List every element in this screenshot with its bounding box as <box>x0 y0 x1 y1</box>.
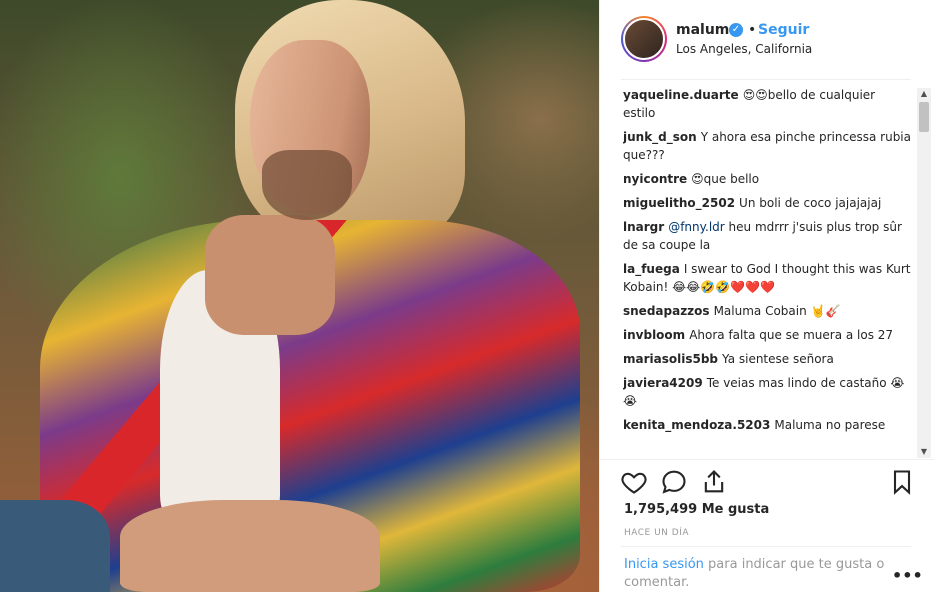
actions-divider <box>600 459 934 460</box>
comment-item: mariasolis5bb Ya sientese señora <box>623 350 911 368</box>
comment-item: lnargr @fnny.ldr heu mdrrr j'suis plus tr… <box>623 218 911 254</box>
header-separator: • <box>748 22 757 38</box>
comment-text: Un boli de coco jajajajaj <box>739 196 882 210</box>
scrollbar-thumb[interactable] <box>919 102 929 132</box>
login-link[interactable]: Inicia sesión <box>624 557 704 572</box>
comment-icon[interactable] <box>660 468 688 496</box>
comment-text: heu mdrrr j'suis plus trop sûr de sa cou… <box>623 220 902 252</box>
share-icon[interactable] <box>700 468 728 496</box>
comments-scrollbar[interactable]: ▲ ▼ <box>917 88 931 458</box>
post-actions <box>620 468 920 496</box>
comment-item: invbloom Ahora falta que se muera a los 2… <box>623 326 911 344</box>
comment-item: junk_d_son Y ahora esa pinche princessa r… <box>623 128 911 164</box>
comment-username[interactable]: javiera4209 <box>623 376 703 390</box>
comment-username[interactable]: nyicontre <box>623 172 687 186</box>
post-header: maluma ✓ • Seguir Los Angeles, Californi… <box>600 0 934 80</box>
comment-item: snedapazzos Maluma Cobain 🤘🎸 <box>623 302 911 320</box>
location-link[interactable]: Los Angeles, California <box>676 42 812 56</box>
comment-item: la_fuega I swear to God I thought this wa… <box>623 260 911 296</box>
comment-username[interactable]: lnargr <box>623 220 664 234</box>
post-panel: maluma ✓ • Seguir Los Angeles, Californi… <box>599 0 934 592</box>
comment-text: Maluma Cobain 🤘🎸 <box>713 304 841 318</box>
comment-username[interactable]: kenita_mendoza.5203 <box>623 418 770 432</box>
comment-text: Maluma no parese <box>774 418 886 432</box>
comment-username[interactable]: la_fuega <box>623 262 680 276</box>
comment-item: javiera4209 Te veias mas lindo de castaño… <box>623 374 911 410</box>
photo-neck <box>205 215 335 335</box>
header-divider <box>621 79 911 80</box>
comment-item: nyicontre 😍que bello <box>623 170 911 188</box>
post-timestamp[interactable]: HACE UN DÍA <box>624 528 689 538</box>
comments-list: yaqueline.duarte 😍😍bello de cualquier est… <box>623 86 911 456</box>
comment-text: 😍que bello <box>691 172 760 186</box>
comment-username[interactable]: miguelitho_2502 <box>623 196 735 210</box>
comment-mention[interactable]: @fnny.ldr <box>668 220 725 234</box>
photo-hands <box>120 500 380 592</box>
likes-count[interactable]: 1,795,499 Me gusta <box>624 502 769 517</box>
login-prompt: Inicia sesión para indicar que te gusta … <box>624 556 894 592</box>
heart-icon[interactable] <box>620 468 648 496</box>
comment-username[interactable]: snedapazzos <box>623 304 710 318</box>
verified-badge-icon: ✓ <box>729 23 743 37</box>
bookmark-icon[interactable] <box>888 468 916 496</box>
photo-beard <box>262 150 352 220</box>
more-options-icon[interactable]: ••• <box>892 566 923 585</box>
scroll-up-arrow-icon[interactable]: ▲ <box>917 88 931 100</box>
follow-button[interactable]: Seguir <box>758 22 809 38</box>
comment-item: miguelitho_2502 Un boli de coco jajajajaj <box>623 194 911 212</box>
photo-jeans <box>0 500 110 592</box>
comment-text: Ahora falta que se muera a los 27 <box>689 328 894 342</box>
comment-username[interactable]: mariasolis5bb <box>623 352 718 366</box>
comment-username[interactable]: yaqueline.duarte <box>623 88 739 102</box>
comment-text: Ya sientese señora <box>722 352 834 366</box>
post-photo[interactable] <box>0 0 599 592</box>
comment-item: kenita_mendoza.5203 Maluma no parese <box>623 416 911 434</box>
scroll-down-arrow-icon[interactable]: ▼ <box>917 446 931 458</box>
comment-username[interactable]: junk_d_son <box>623 130 697 144</box>
comment-item: yaqueline.duarte 😍😍bello de cualquier est… <box>623 86 911 122</box>
comment-username[interactable]: invbloom <box>623 328 685 342</box>
login-divider <box>621 546 911 547</box>
avatar[interactable] <box>621 16 667 62</box>
avatar-image <box>623 18 665 60</box>
